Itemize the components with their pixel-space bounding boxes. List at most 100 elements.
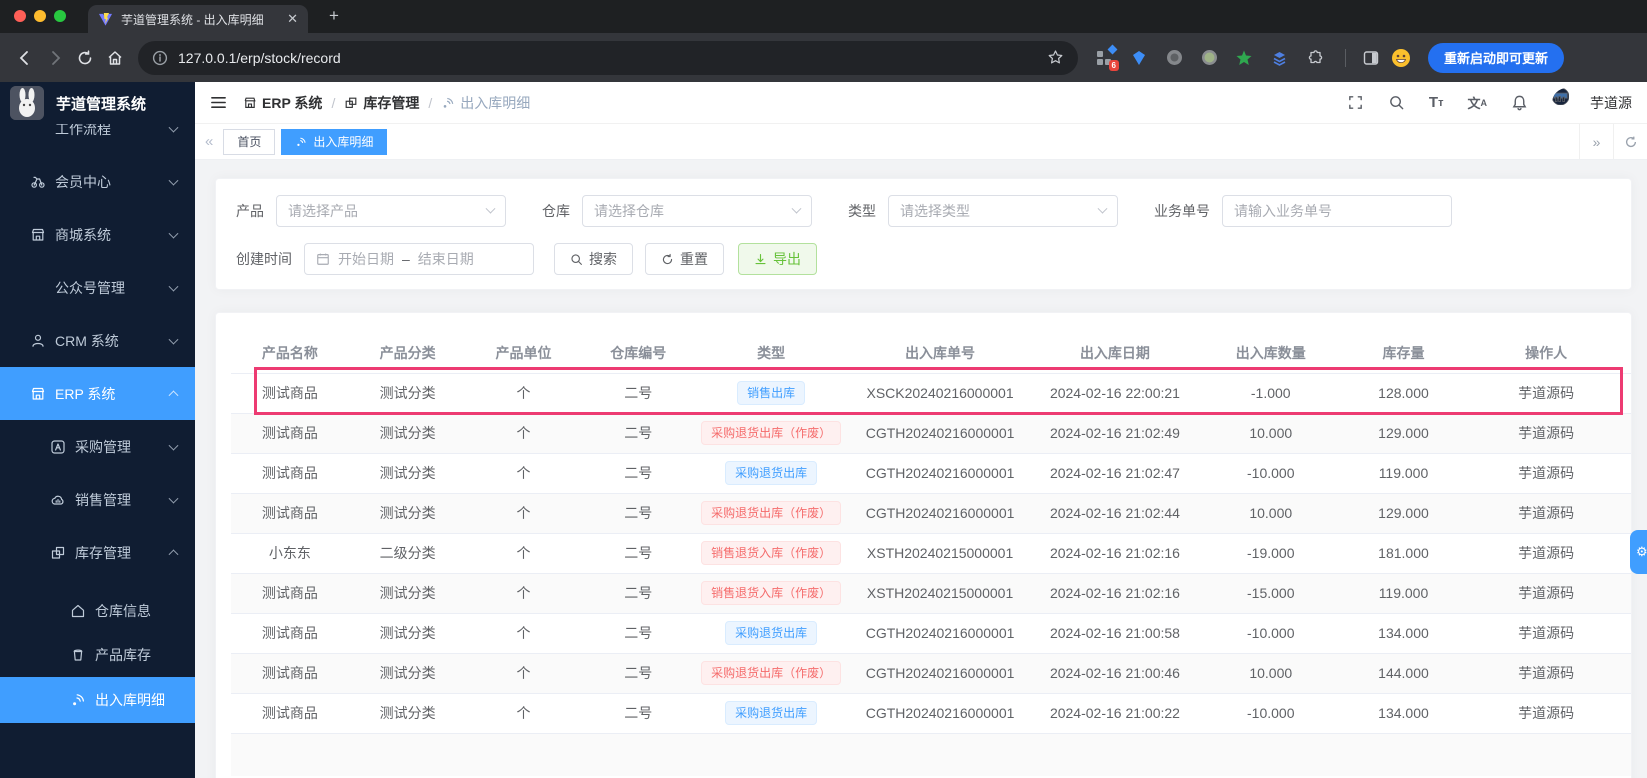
extensions-puzzle-icon[interactable] <box>1301 43 1331 73</box>
table-row: 小东东 二级分类 个 二号 销售退货入库（作废） XSTH20240215000… <box>231 533 1631 574</box>
url-text: 127.0.0.1/erp/stock/record <box>178 49 341 66</box>
table-row: 测试商品 测试分类 个 二号 销售退货入库（作废） XSTH2024021500… <box>231 573 1631 614</box>
type-badge: 采购退货出库（作废） <box>701 661 842 685</box>
breadcrumb-stock[interactable]: 库存管理 <box>344 93 419 113</box>
sidebar-item-2[interactable]: 商城系统 <box>0 208 195 261</box>
calendar-icon <box>317 253 329 265</box>
reset-button[interactable]: 重置 <box>645 243 724 275</box>
extension-layers-icon[interactable] <box>1269 48 1289 68</box>
warehouse-select[interactable]: 请选择仓库 <box>582 195 812 227</box>
page-tab-home[interactable]: 首页 <box>223 128 276 155</box>
tabs-scroll-right-icon[interactable]: » <box>1579 124 1613 159</box>
toolbar-separator <box>1345 48 1346 67</box>
extension-sphere-icon[interactable] <box>1164 48 1184 68</box>
address-bar[interactable]: 127.0.0.1/erp/stock/record <box>138 40 1078 75</box>
sidebar-item-11[interactable]: 出入库明细 <box>0 677 195 723</box>
user-menu[interactable]: 芋道源 <box>1552 87 1632 118</box>
cell-quantity: -1.000 <box>1195 373 1346 414</box>
language-icon[interactable]: 文A <box>1467 93 1487 112</box>
back-icon[interactable] <box>10 43 40 73</box>
chevron-up-icon <box>168 548 179 559</box>
cell-quantity: -15.000 <box>1195 573 1346 614</box>
fullscreen-icon[interactable] <box>1347 94 1364 111</box>
chevron-down-icon <box>485 203 496 214</box>
page-tab-record[interactable]: 出入库明细 <box>281 128 388 155</box>
sidebar-item-6[interactable]: 采购管理 <box>0 420 195 473</box>
chevron-down-icon <box>168 228 179 239</box>
search-button[interactable]: 搜索 <box>554 243 633 275</box>
warehouse-filter-label: 仓库 <box>542 203 570 219</box>
sidebar-item-1[interactable]: 会员中心 <box>0 155 195 208</box>
sidebar-item-7[interactable]: 销售管理 <box>0 473 195 526</box>
cell-type: 销售退货入库（作废） <box>696 533 847 574</box>
cell-stock: 119.000 <box>1345 573 1462 614</box>
cell-product: 测试商品 <box>231 373 349 414</box>
reload-icon[interactable] <box>70 43 100 73</box>
extensions-row: 6 <box>1094 44 1289 71</box>
download-icon <box>755 253 766 264</box>
home-icon[interactable] <box>100 43 130 73</box>
sidebar-item-5[interactable]: ERP 系统 <box>0 367 195 420</box>
column-header: 出入库单号 <box>846 333 1034 374</box>
floating-settings-button[interactable]: ⚙ <box>1630 530 1647 574</box>
tabs-scroll-left-icon[interactable]: « <box>205 133 213 150</box>
filter-panel: 产品 请选择产品 仓库 请选择仓库 类型 请选择类型 业务单号 请输入业务单号 … <box>215 178 1632 290</box>
sidebar-logo[interactable]: 芋道管理系统 <box>0 82 195 124</box>
record-icon <box>70 692 86 708</box>
cell-datetime: 2024-02-16 21:02:16 <box>1034 533 1196 574</box>
browser-tab[interactable]: 芋道管理系统 - 出入库明细 ✕ <box>88 5 308 33</box>
cell-category: 测试分类 <box>348 373 467 414</box>
tab-close-icon[interactable]: ✕ <box>287 11 298 27</box>
menu-fold-icon[interactable] <box>210 94 227 111</box>
table-row: 测试商品 测试分类 个 二号 采购退货出库 CGTH20240216000001… <box>231 693 1631 734</box>
date-range-input[interactable]: 开始日期 – 结束日期 <box>304 243 534 275</box>
cell-warehouse: 二号 <box>580 653 697 694</box>
extension-green-circle-icon[interactable] <box>1199 48 1219 68</box>
extension-kite-icon[interactable] <box>1129 48 1149 68</box>
cell-order-no: CGTH20240216000001 <box>846 453 1034 494</box>
type-select[interactable]: 请选择类型 <box>888 195 1118 227</box>
search-icon[interactable] <box>1388 94 1405 111</box>
close-window-button[interactable] <box>14 10 26 22</box>
page-refresh-icon[interactable] <box>1613 124 1647 159</box>
cell-quantity: -19.000 <box>1195 533 1346 574</box>
table-row: 测试商品 测试分类 个 二号 采购退货出库（作废） CGTH2024021600… <box>231 413 1631 454</box>
chevron-down-icon <box>168 281 179 292</box>
crm-icon <box>30 333 46 349</box>
export-button[interactable]: 导出 <box>738 243 817 275</box>
site-info-icon[interactable] <box>152 50 168 66</box>
sidebar-item-8[interactable]: 库存管理 <box>0 526 195 579</box>
font-size-icon[interactable]: Tт <box>1429 94 1444 111</box>
zoom-window-button[interactable] <box>54 10 66 22</box>
extension-grid-icon[interactable]: 6 <box>1094 44 1119 71</box>
cell-operator: 芋道源码 <box>1461 413 1631 454</box>
notification-bell-icon[interactable] <box>1511 94 1528 111</box>
cell-quantity: -10.000 <box>1195 693 1346 734</box>
type-badge: 采购退货出库（作废） <box>701 421 842 445</box>
bookmark-star-icon[interactable] <box>1047 49 1064 66</box>
forward-icon[interactable] <box>40 43 70 73</box>
cell-unit: 个 <box>466 493 581 534</box>
cell-warehouse: 二号 <box>580 533 697 574</box>
profile-emoji-icon[interactable] <box>1386 43 1416 73</box>
stock-icon <box>50 545 66 561</box>
new-tab-button[interactable]: + <box>322 4 346 28</box>
product-select[interactable]: 请选择产品 <box>276 195 506 227</box>
sidebar-item-3[interactable]: 公众号管理 <box>0 261 195 314</box>
type-select-placeholder: 请选择类型 <box>900 203 970 219</box>
cell-warehouse: 二号 <box>580 613 697 654</box>
sidebar-item-10[interactable]: 产品库存 <box>0 633 195 677</box>
sidebar-item-9[interactable]: 仓库信息 <box>0 589 195 633</box>
browser-update-button[interactable]: 重新启动即可更新 <box>1428 42 1565 73</box>
minimize-window-button[interactable] <box>34 10 46 22</box>
breadcrumb-separator: / <box>428 94 433 111</box>
sidebar-item-label: 出入库明细 <box>95 692 165 708</box>
breadcrumb-erp[interactable]: ERP 系统 <box>243 93 322 113</box>
bizno-input[interactable]: 请输入业务单号 <box>1222 195 1452 227</box>
column-header: 产品分类 <box>348 333 467 374</box>
sidebar-item-label: 仓库信息 <box>95 603 151 619</box>
sidebar-item-4[interactable]: CRM 系统 <box>0 314 195 367</box>
bizno-input-placeholder: 请输入业务单号 <box>1234 203 1332 219</box>
side-panel-icon[interactable] <box>1356 43 1386 73</box>
extension-star-icon[interactable] <box>1234 48 1254 68</box>
